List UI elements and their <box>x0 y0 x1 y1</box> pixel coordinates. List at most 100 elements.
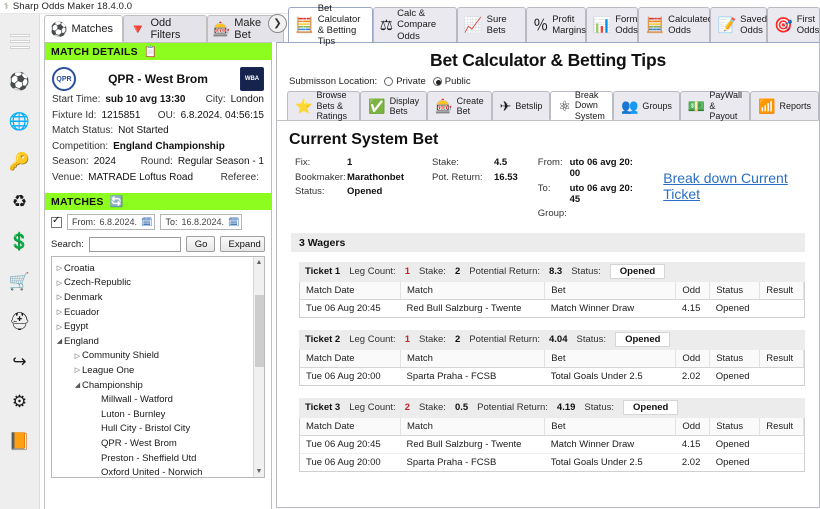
chevron-right-icon[interactable]: ▷ <box>55 308 64 316</box>
menu-toggle-button[interactable] <box>4 24 36 58</box>
leg-count-label: Leg Count: <box>349 334 396 345</box>
tab-odd-filters[interactable]: 🔻 Odd Filters <box>123 15 207 42</box>
sub-tab-paywall[interactable]: 💵 PayWall & Payout <box>679 90 751 121</box>
ribbon-tab-first[interactable]: 🎯 First Odds <box>767 7 820 42</box>
tree-leaf[interactable]: QPR - West Brom <box>52 436 264 451</box>
radio-public[interactable]: Public <box>432 76 471 87</box>
ribbon-tab-saved[interactable]: 📝 Saved Odds <box>710 7 767 42</box>
chevron-right-icon[interactable]: ▷ <box>73 352 82 360</box>
go-button[interactable]: Go <box>185 236 215 252</box>
tree-node[interactable]: ▷ Egypt <box>52 319 264 334</box>
column-header-result[interactable]: Result <box>759 350 804 368</box>
column-header-result[interactable]: Result <box>759 418 804 436</box>
tree-node[interactable]: ▷ Czech-Republic <box>52 276 264 291</box>
from-date-field[interactable]: From: 6.8.2024. 🗓 <box>67 214 156 230</box>
copy-icon[interactable]: 📋 <box>144 45 158 58</box>
sub-tab-break-down[interactable]: ⚛ Break Down System <box>550 90 613 121</box>
chevron-right-icon[interactable]: ▷ <box>55 293 64 301</box>
tree-leaf[interactable]: Preston - Sheffield Utd <box>52 451 264 466</box>
sub-tab-create[interactable]: 🎰 Create Bet <box>427 91 492 120</box>
column-header-match-date[interactable]: Match Date <box>300 418 402 436</box>
help-icon[interactable]: 📙 <box>4 424 36 458</box>
tree-scrollbar[interactable]: ▲ ▼ <box>253 257 264 477</box>
tree-node[interactable]: ▷ Croatia <box>52 261 264 276</box>
ribbon-tab-profit[interactable]: ％ Profit Margins <box>526 7 586 42</box>
refresh-icon[interactable]: ♻ <box>4 184 36 218</box>
calendar-icon[interactable]: 🗓 <box>228 217 239 228</box>
tree-leaf[interactable]: Millwall - Watford <box>52 392 264 407</box>
gauge-icon[interactable]: ⛑ <box>4 304 36 338</box>
sub-tabs: ⭐ Browse Bets & Ratings ✅ Display Bets 🎰 Crea… <box>277 90 819 121</box>
chevron-right-icon[interactable]: ▷ <box>55 279 64 287</box>
chevron-right-icon[interactable]: ▷ <box>73 366 82 374</box>
detail-label: Competition: <box>52 140 109 152</box>
column-header-status[interactable]: Status <box>709 350 761 368</box>
tree-label: League One <box>82 364 135 376</box>
column-header-result[interactable]: Result <box>759 282 804 300</box>
to-date-field[interactable]: To: 16.8.2024. 🗓 <box>160 214 243 230</box>
calendar-icon[interactable]: 🗓 <box>141 217 152 228</box>
column-header-bet[interactable]: Bet <box>544 350 677 368</box>
sub-tab-browse-bets-[interactable]: ⭐ Browse Bets & Ratings <box>287 90 361 121</box>
sub-tab-reports[interactable]: 📶 Reports <box>750 91 819 120</box>
column-header-bet[interactable]: Bet <box>544 418 677 436</box>
competition-tree[interactable]: ▷ Croatia ▷ Czech-Republic ▷ Denmark ▷ Ecuador ▷… <box>51 256 265 478</box>
ribbon-tab-calc-[interactable]: ⚖ Calc & Compare Odds <box>372 7 457 42</box>
sub-tab-groups[interactable]: 👥 Groups <box>612 91 680 120</box>
break-down-current-ticket-link[interactable]: Break down Current Ticket <box>663 170 809 202</box>
date-filter-checkbox[interactable] <box>51 215 62 228</box>
expand-button[interactable]: Expand <box>219 236 265 252</box>
column-header-status[interactable]: Status <box>709 418 761 436</box>
radio-private[interactable]: Private <box>384 76 426 87</box>
globe-icon[interactable]: 🌐 <box>4 104 36 138</box>
table-row[interactable]: Tue 06 Aug 20:45 Red Bull Salzburg - Twen… <box>300 435 804 454</box>
ribbon-tab-sure-bets[interactable]: 📈 Sure Bets <box>456 7 527 42</box>
table-row[interactable]: Tue 06 Aug 20:00 Sparta Praha - FCSB Total… <box>300 368 804 386</box>
tree-node[interactable]: ▷ Ecuador <box>52 305 264 320</box>
tree-leaf[interactable]: Oxford United - Norwich <box>52 465 264 477</box>
match-details-title: MATCH DETAILS <box>51 45 138 58</box>
chevron-down-icon[interactable]: ◢ <box>73 381 82 389</box>
table-row[interactable]: Tue 06 Aug 20:00 Sparta Praha - FCSB Total… <box>300 454 804 472</box>
tree-node[interactable]: ▷ Community Shield <box>52 349 264 364</box>
ribbon-tab-form[interactable]: 📊 Form Odds <box>585 7 639 42</box>
chevron-right-icon[interactable]: ▷ <box>55 264 64 272</box>
chevron-down-icon[interactable]: ◢ <box>55 337 64 345</box>
refresh-icon[interactable]: 🔄 <box>110 195 124 208</box>
scrollbar-thumb[interactable] <box>255 295 264 367</box>
column-header-match-date[interactable]: Match Date <box>300 282 402 300</box>
column-header-odd[interactable]: Odd <box>675 282 711 300</box>
tree-node[interactable]: ◢ England <box>52 334 264 349</box>
search-input[interactable] <box>88 236 181 252</box>
column-header-bet[interactable]: Bet <box>544 282 677 300</box>
tree-node[interactable]: ◢ Championship <box>52 378 264 393</box>
settings-gear-icon[interactable]: ⚙ <box>4 384 36 418</box>
scroll-down-icon[interactable]: ▼ <box>254 466 264 477</box>
column-header-status[interactable]: Status <box>709 282 761 300</box>
share-icon[interactable]: ↪ <box>4 344 36 378</box>
chevron-right-icon[interactable]: ▷ <box>55 323 64 331</box>
ribbon-tab-bet-calculator[interactable]: 🧮 Bet Calculator & Betting Tips <box>288 3 373 47</box>
table-row[interactable]: Tue 06 Aug 20:45 Red Bull Salzburg - Twen… <box>300 300 804 318</box>
tab-matches[interactable]: ⚽ Matches <box>44 15 124 42</box>
radio-public-icon[interactable] <box>432 77 442 86</box>
column-header-odd[interactable]: Odd <box>675 418 711 436</box>
sub-tab-display[interactable]: ✅ Display Bets <box>360 91 428 120</box>
column-header-odd[interactable]: Odd <box>675 350 711 368</box>
tree-leaf[interactable]: Luton - Burnley <box>52 407 264 422</box>
column-header-match[interactable]: Match <box>400 350 546 368</box>
radio-private-icon[interactable] <box>384 77 394 86</box>
key-icon[interactable]: 🔑 <box>4 144 36 178</box>
tree-leaf[interactable]: Hull City - Bristol City <box>52 422 264 437</box>
football-icon[interactable]: ⚽ <box>4 64 36 98</box>
tree-node[interactable]: ▷ Denmark <box>52 290 264 305</box>
ribbon-tab-calculated[interactable]: 🧮 Calculated Odds <box>638 7 713 42</box>
column-header-match-date[interactable]: Match Date <box>300 350 402 368</box>
sub-tab-betslip[interactable]: ✈ Betslip <box>491 91 551 120</box>
tree-node[interactable]: ▷ League One <box>52 363 264 378</box>
scroll-up-icon[interactable]: ▲ <box>254 257 264 268</box>
money-icon[interactable]: 💲 <box>4 224 36 258</box>
cart-icon[interactable]: 🛒 <box>4 264 36 298</box>
column-header-match[interactable]: Match <box>400 418 546 436</box>
column-header-match[interactable]: Match <box>400 282 546 300</box>
